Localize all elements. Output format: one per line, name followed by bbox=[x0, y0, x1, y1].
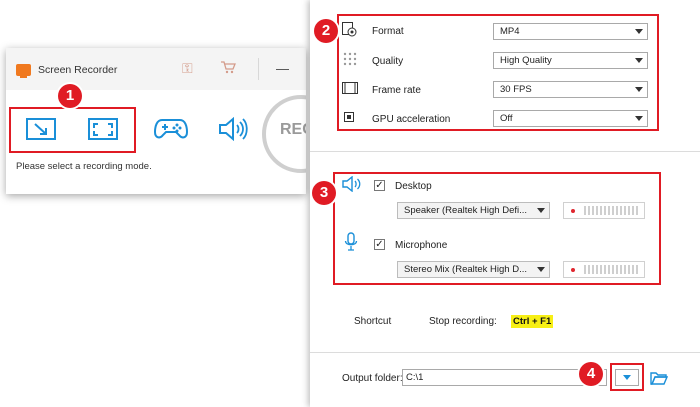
title-separator bbox=[258, 58, 259, 80]
output-folder-label: Output folder: bbox=[342, 373, 403, 384]
game-mode-icon bbox=[154, 119, 188, 139]
status-message: Please select a recording mode. bbox=[16, 161, 152, 172]
annotation-badge-1: 1 bbox=[58, 84, 82, 108]
minimize-button[interactable]: — bbox=[276, 61, 289, 76]
section-divider bbox=[310, 151, 700, 152]
annotation-badge-4: 4 bbox=[579, 362, 603, 386]
shortcut-action: Stop recording: bbox=[429, 316, 497, 327]
window-title: Screen Recorder bbox=[38, 64, 118, 76]
game-mode-button[interactable] bbox=[140, 106, 202, 152]
key-icon[interactable]: ⚿ bbox=[182, 60, 193, 77]
audio-mode-icon bbox=[219, 117, 248, 141]
annotation-box-3 bbox=[333, 172, 661, 285]
output-folder-input[interactable]: C:\1 bbox=[402, 369, 607, 386]
annotation-badge-3: 3 bbox=[312, 181, 336, 205]
record-button-label: REC bbox=[280, 121, 306, 138]
folder-icon[interactable] bbox=[650, 371, 668, 385]
section-divider bbox=[310, 352, 700, 353]
shortcut-keys-value: Ctrl + F1 bbox=[511, 315, 554, 328]
annotation-box-1 bbox=[9, 107, 136, 153]
cart-icon[interactable] bbox=[220, 60, 236, 77]
shortcut-label: Shortcut bbox=[354, 316, 392, 327]
annotation-badge-2: 2 bbox=[314, 19, 338, 43]
annotation-box-2 bbox=[337, 14, 659, 131]
audio-mode-button[interactable] bbox=[202, 106, 264, 152]
app-logo-icon bbox=[16, 64, 31, 78]
annotation-box-4 bbox=[610, 363, 644, 391]
shortcut-keys[interactable]: Ctrl + F1 bbox=[511, 315, 554, 328]
output-folder-path: C:\1 bbox=[406, 372, 424, 383]
